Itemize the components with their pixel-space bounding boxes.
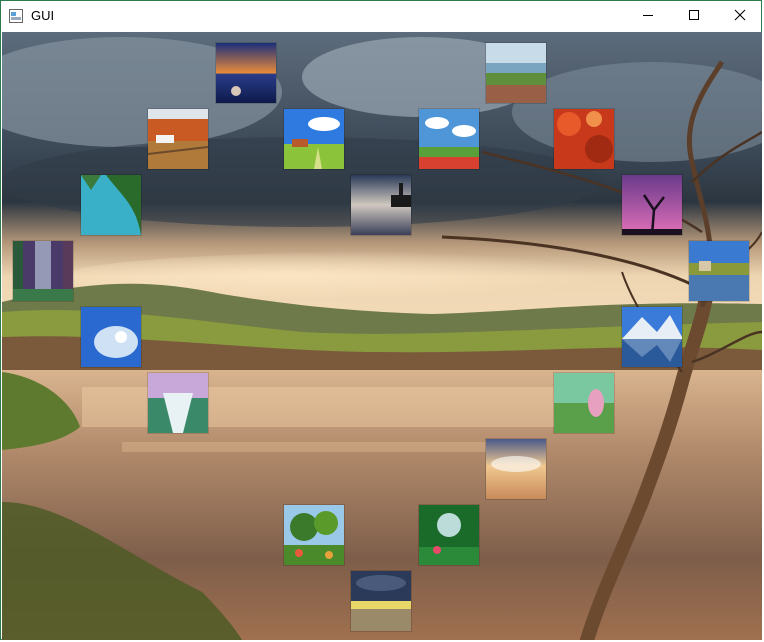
thumbnail-lake-sunset[interactable]	[216, 43, 276, 103]
thumbnail-sky-clouds[interactable]	[81, 307, 141, 367]
thumbnail-waterfall[interactable]	[148, 373, 208, 433]
minimize-icon	[642, 8, 654, 26]
thumbnail-green-forest-light[interactable]	[419, 505, 479, 565]
minimize-button[interactable]	[625, 1, 671, 32]
thumbnail-red-maple[interactable]	[554, 109, 614, 169]
thumbnail-painted-landscape[interactable]	[554, 373, 614, 433]
thumbnail-autumn-farm[interactable]	[148, 109, 208, 169]
thumbnail-green-field[interactable]	[284, 109, 344, 169]
close-button[interactable]	[717, 1, 763, 32]
window-app-icon	[9, 9, 23, 23]
content-area	[2, 32, 762, 640]
close-icon	[734, 8, 746, 26]
maximize-button[interactable]	[671, 1, 717, 32]
thumbnail-river-village[interactable]	[689, 241, 749, 301]
title-bar[interactable]: GUI	[1, 1, 761, 32]
app-window: GUI	[0, 0, 762, 640]
thumbnail-turquoise-lake[interactable]	[81, 175, 141, 235]
window-title: GUI	[31, 8, 55, 23]
thumbnail-sunset-clouds[interactable]	[486, 439, 546, 499]
thumbnail-fantasy-forest[interactable]	[13, 241, 73, 301]
thumbnail-forest-house[interactable]	[284, 505, 344, 565]
thumbnail-blue-sky-flowers[interactable]	[419, 109, 479, 169]
thumbnail-mountain-lake[interactable]	[622, 307, 682, 367]
thumbnail-storm-field[interactable]	[351, 571, 411, 631]
thumbnail-pier-dusk[interactable]	[351, 175, 411, 235]
thumbnail-meadow-lake[interactable]	[486, 43, 546, 103]
thumbnail-purple-tree[interactable]	[622, 175, 682, 235]
maximize-icon	[688, 8, 700, 26]
